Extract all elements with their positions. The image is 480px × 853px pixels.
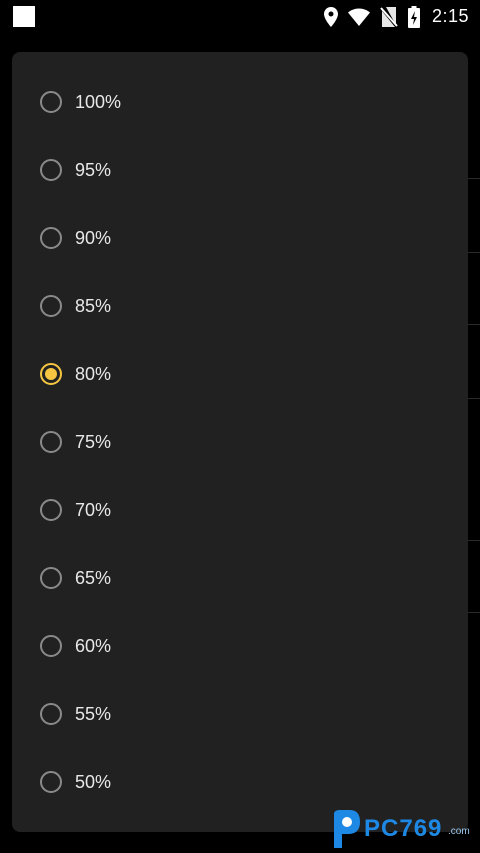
option-90[interactable]: 90% [12, 204, 468, 272]
background-divider [468, 398, 480, 399]
radio-button[interactable] [40, 771, 62, 793]
location-icon [323, 6, 338, 27]
option-label: 60% [75, 635, 112, 656]
status-bar: 2:15 [0, 0, 480, 33]
option-label: 55% [75, 703, 112, 724]
background-divider [468, 324, 480, 325]
option-label: 95% [75, 159, 112, 180]
radio-button[interactable] [40, 159, 62, 181]
option-label: 50% [75, 771, 112, 792]
option-60[interactable]: 60% [12, 612, 468, 680]
option-label: 100% [75, 91, 122, 112]
radio-button[interactable] [40, 227, 62, 249]
watermark-sub: .com [448, 826, 470, 837]
option-label: 80% [75, 363, 112, 384]
percentage-dialog: 100% 95% 90% 85% 80% 75% 70% 65% 60% 55%… [12, 52, 468, 832]
watermark: PC769 .com [330, 808, 475, 850]
option-80[interactable]: 80% [12, 340, 468, 408]
option-label: 75% [75, 431, 112, 452]
option-85[interactable]: 85% [12, 272, 468, 340]
wifi-icon [347, 8, 370, 26]
option-75[interactable]: 75% [12, 408, 468, 476]
option-100[interactable]: 100% [12, 68, 468, 136]
radio-button[interactable] [40, 499, 62, 521]
background-divider [468, 540, 480, 541]
radio-button-selected[interactable] [40, 363, 62, 385]
status-icons: 2:15 [323, 0, 469, 33]
radio-button[interactable] [40, 635, 62, 657]
option-70[interactable]: 70% [12, 476, 468, 544]
status-time: 2:15 [431, 6, 469, 26]
option-label: 70% [75, 499, 112, 520]
option-50[interactable]: 50% [12, 748, 468, 816]
radio-button[interactable] [40, 91, 62, 113]
option-label: 90% [75, 227, 112, 248]
battery-charging-icon [407, 5, 420, 28]
radio-button[interactable] [40, 431, 62, 453]
watermark-text: PC769 [364, 815, 443, 842]
option-label: 85% [75, 295, 112, 316]
radio-button[interactable] [40, 295, 62, 317]
option-65[interactable]: 65% [12, 544, 468, 612]
radio-button[interactable] [40, 567, 62, 589]
background-divider [468, 178, 480, 179]
option-label: 65% [75, 567, 112, 588]
notification-icon [13, 6, 35, 27]
no-sim-icon [380, 6, 398, 27]
option-95[interactable]: 95% [12, 136, 468, 204]
background-divider [468, 612, 480, 613]
option-55[interactable]: 55% [12, 680, 468, 748]
watermark-logo-icon [330, 810, 360, 848]
radio-button[interactable] [40, 703, 62, 725]
background-divider [468, 252, 480, 253]
